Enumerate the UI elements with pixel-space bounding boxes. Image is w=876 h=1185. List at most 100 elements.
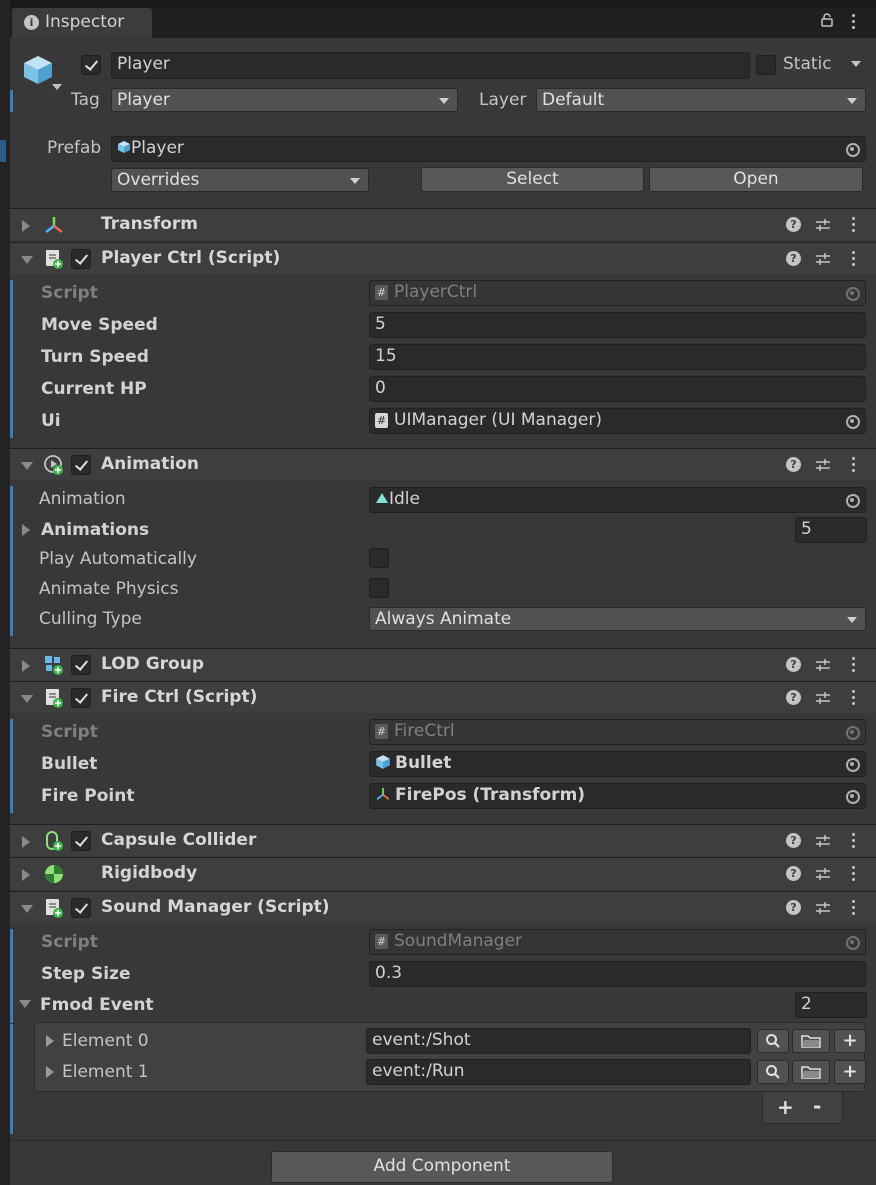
tab-inspector[interactable]: i Inspector	[12, 8, 152, 38]
component-enabled-checkbox[interactable]	[71, 831, 91, 851]
select-button[interactable]: Select	[421, 167, 644, 192]
component-enabled-checkbox[interactable]	[71, 455, 91, 475]
ui-field[interactable]: # UIManager (UI Manager)	[369, 408, 866, 434]
presets-icon[interactable]	[815, 251, 831, 267]
browse-button[interactable]	[792, 1029, 830, 1053]
component-menu-icon[interactable]	[852, 457, 856, 473]
fire-point-field[interactable]: FirePos (Transform)	[369, 783, 866, 809]
fmod-event-count-field[interactable]: 2	[795, 992, 867, 1018]
component-header-rigidbody[interactable]: Rigidbody ?	[10, 857, 876, 889]
help-icon[interactable]: ?	[786, 833, 801, 848]
object-picker-icon[interactable]	[841, 752, 863, 776]
presets-icon[interactable]	[815, 217, 831, 233]
animations-label[interactable]: Animations	[41, 520, 149, 540]
component-enabled-checkbox[interactable]	[71, 898, 91, 918]
animate-physics-checkbox[interactable]	[369, 578, 389, 598]
browse-button[interactable]	[792, 1060, 830, 1084]
help-icon[interactable]: ?	[786, 690, 801, 705]
turn-speed-field[interactable]: 15	[369, 344, 866, 370]
component-menu-icon[interactable]	[852, 217, 856, 233]
foldout-arrow-icon[interactable]	[46, 1066, 54, 1078]
help-icon[interactable]: ?	[786, 217, 801, 232]
static-checkbox[interactable]	[756, 55, 776, 75]
window-menu-icon[interactable]	[852, 14, 856, 30]
fmod-event-label[interactable]: Fmod Event	[40, 995, 154, 1015]
component-header-lod-group[interactable]: LOD Group ?	[10, 648, 876, 680]
layer-dropdown[interactable]: Default	[536, 88, 866, 112]
add-event-button[interactable]: +	[834, 1060, 866, 1084]
gameobject-cube-icon[interactable]	[20, 52, 56, 88]
presets-icon[interactable]	[815, 900, 831, 916]
move-speed-field[interactable]: 5	[369, 312, 866, 338]
presets-icon[interactable]	[815, 866, 831, 882]
search-button[interactable]	[757, 1029, 789, 1053]
component-menu-icon[interactable]	[852, 866, 856, 882]
presets-icon[interactable]	[815, 457, 831, 473]
overrides-label: Overrides	[117, 170, 200, 190]
component-enabled-checkbox[interactable]	[71, 655, 91, 675]
foldout-arrow-icon[interactable]	[22, 660, 30, 672]
foldout-arrow-icon[interactable]	[21, 256, 33, 264]
add-event-button[interactable]: +	[834, 1029, 866, 1053]
foldout-arrow-icon[interactable]	[22, 836, 30, 848]
tag-dropdown[interactable]: Player	[111, 88, 458, 112]
foldout-arrow-icon[interactable]	[21, 695, 33, 703]
component-enabled-checkbox[interactable]	[71, 249, 91, 269]
play-automatically-checkbox[interactable]	[369, 548, 389, 568]
object-picker-icon[interactable]	[841, 409, 863, 433]
component-header-capsule-collider[interactable]: Capsule Collider ?	[10, 824, 876, 856]
animations-count-field[interactable]: 5	[795, 517, 867, 543]
icon-dropdown-caret[interactable]	[52, 84, 62, 90]
foldout-arrow-icon[interactable]	[21, 905, 33, 913]
add-element-button[interactable]: +	[777, 1095, 794, 1119]
overrides-dropdown[interactable]: Overrides	[111, 168, 369, 192]
component-header-animation[interactable]: Animation ?	[10, 448, 876, 480]
component-menu-icon[interactable]	[852, 657, 856, 673]
component-menu-icon[interactable]	[852, 833, 856, 849]
object-picker-icon[interactable]	[841, 488, 863, 512]
add-component-button[interactable]: Add Component	[271, 1151, 613, 1183]
prefab-field[interactable]: Player	[111, 136, 866, 162]
foldout-arrow-icon[interactable]	[22, 869, 30, 881]
help-icon[interactable]: ?	[786, 457, 801, 472]
static-dropdown-icon[interactable]	[851, 61, 861, 67]
component-header-player-ctrl[interactable]: Player Ctrl (Script) ?	[10, 242, 876, 274]
step-size-field[interactable]: 0.3	[369, 961, 866, 987]
bullet-field[interactable]: Bullet	[369, 751, 866, 777]
help-icon[interactable]: ?	[786, 657, 801, 672]
remove-element-button[interactable]: -	[813, 1094, 821, 1118]
component-header-fire-ctrl[interactable]: Fire Ctrl (Script) ?	[10, 681, 876, 713]
object-picker-icon[interactable]	[841, 137, 863, 161]
component-menu-icon[interactable]	[852, 251, 856, 267]
animation-clip-field[interactable]: Idle	[369, 487, 866, 513]
foldout-arrow-icon[interactable]	[22, 220, 30, 232]
presets-icon[interactable]	[815, 833, 831, 849]
help-icon[interactable]: ?	[786, 251, 801, 266]
current-hp-field[interactable]: 0	[369, 376, 866, 402]
component-menu-icon[interactable]	[852, 900, 856, 916]
event-path-field[interactable]: event:/Run	[366, 1059, 751, 1085]
foldout-arrow-icon[interactable]	[21, 462, 33, 470]
search-button[interactable]	[757, 1060, 789, 1084]
component-menu-icon[interactable]	[852, 690, 856, 706]
object-picker-icon[interactable]	[841, 784, 863, 808]
presets-icon[interactable]	[815, 657, 831, 673]
animation-label: Animation	[39, 489, 126, 509]
component-enabled-checkbox[interactable]	[71, 688, 91, 708]
foldout-arrow-icon[interactable]	[19, 1000, 31, 1008]
presets-icon[interactable]	[815, 690, 831, 706]
event-path-field[interactable]: event:/Shot	[366, 1028, 751, 1054]
component-header-sound-manager[interactable]: Sound Manager (Script) ?	[10, 891, 876, 923]
culling-type-dropdown[interactable]: Always Animate	[369, 607, 866, 631]
open-button[interactable]: Open	[649, 167, 863, 192]
foldout-arrow-icon[interactable]	[22, 524, 30, 536]
foldout-arrow-icon[interactable]	[46, 1035, 54, 1047]
section-indicator	[10, 1024, 13, 1134]
object-picker-icon	[841, 281, 863, 305]
lock-icon[interactable]	[820, 13, 834, 27]
component-header-transform[interactable]: Transform ?	[10, 208, 876, 240]
help-icon[interactable]: ?	[786, 866, 801, 881]
name-field[interactable]: Player	[111, 52, 750, 79]
help-icon[interactable]: ?	[786, 900, 801, 915]
active-checkbox[interactable]	[81, 55, 101, 75]
